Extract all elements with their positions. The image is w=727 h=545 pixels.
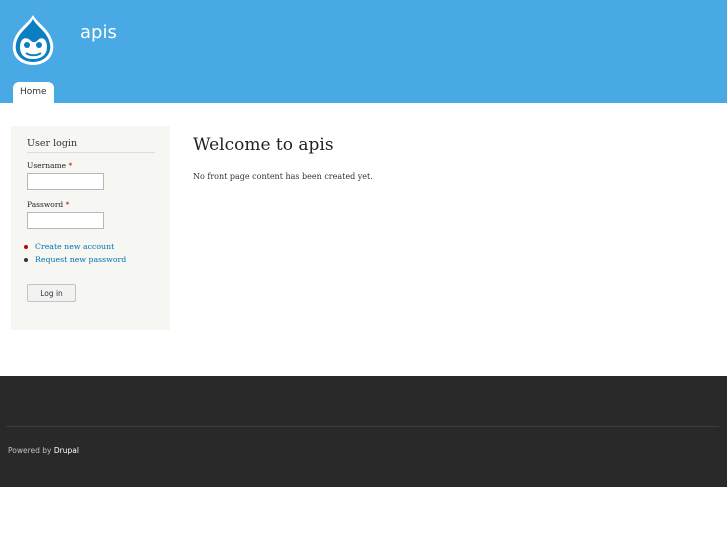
powered-by-text: Powered by — [8, 446, 52, 455]
password-label: Password * — [27, 200, 69, 209]
drupal-logo-icon[interactable] — [8, 14, 58, 66]
site-name[interactable]: apis — [80, 22, 117, 43]
site-header: apis Home — [0, 0, 727, 103]
password-field[interactable] — [27, 212, 104, 229]
site-footer: Powered by Drupal — [0, 376, 727, 487]
drupal-link[interactable]: Drupal — [54, 446, 79, 455]
tab-home[interactable]: Home — [13, 82, 54, 103]
login-button[interactable]: Log in — [27, 284, 76, 302]
bullet-icon — [24, 258, 28, 262]
password-required-marker: * — [65, 200, 70, 209]
password-label-text: Password — [27, 200, 64, 209]
username-field[interactable] — [27, 173, 104, 190]
username-label-text: Username — [27, 161, 67, 170]
user-login-title: User login — [27, 138, 155, 153]
username-label: Username * — [27, 161, 72, 170]
list-item: Request new password — [22, 253, 126, 266]
bullet-icon — [24, 245, 28, 249]
user-login-links: Create new account Request new password — [22, 240, 126, 266]
user-login-block: User login Username * Password * Create … — [11, 126, 170, 330]
footer-divider — [6, 426, 719, 427]
create-account-link[interactable]: Create new account — [35, 242, 114, 251]
powered-by: Powered by Drupal — [8, 446, 79, 455]
page-title: Welcome to apis — [193, 135, 334, 155]
list-item: Create new account — [22, 240, 126, 253]
front-page-message: No front page content has been created y… — [193, 172, 373, 181]
request-password-link[interactable]: Request new password — [35, 255, 126, 264]
username-required-marker: * — [68, 161, 73, 170]
